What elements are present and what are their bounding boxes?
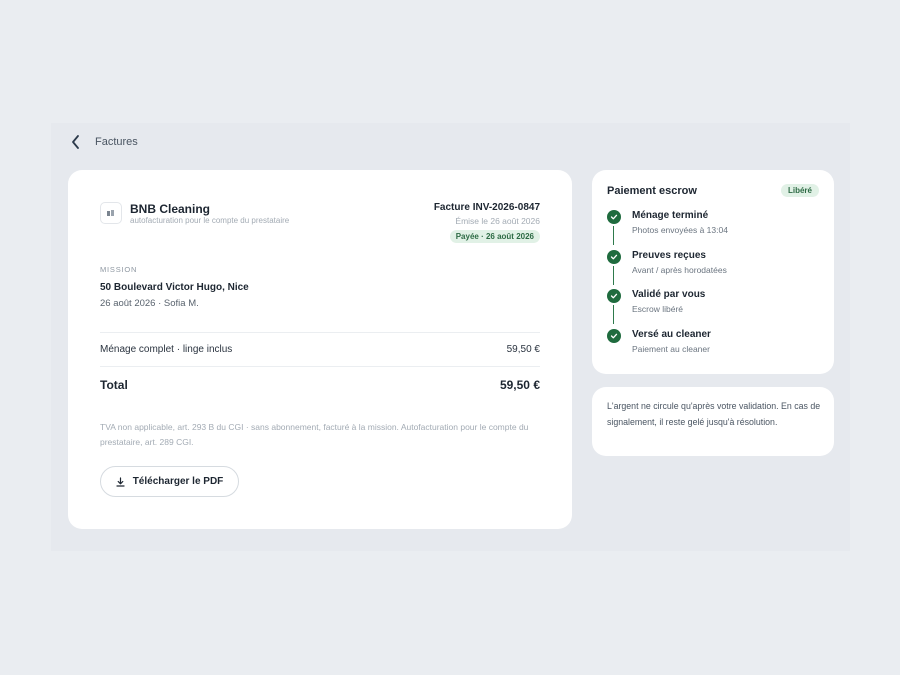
step-connector [613,226,614,245]
total-label: Total [100,378,128,392]
check-circle-icon [607,250,621,264]
total-amount: 59,50 € [499,378,540,392]
brand-name: BNB Cleaning [130,202,211,216]
info-note-text: L'argent ne circule qu'après votre valid… [607,401,821,427]
invoice-issued-date: Émise le 26 août 2026 [455,216,540,226]
download-icon [116,476,125,487]
breadcrumb[interactable]: Factures [95,136,138,148]
download-pdf-label: Télécharger le PDF [132,476,224,487]
status-badge: Payée · 26 août 2026 [449,230,540,243]
info-note-card: L'argent ne circule qu'après votre valid… [592,387,834,456]
step-subtitle: Paiement au cleaner [632,344,710,354]
step-subtitle: Avant / après horodatées [632,265,727,275]
line-item-amount: 59,50 € [506,344,540,355]
brand-subtitle: autofacturation pour le compte du presta… [130,216,290,225]
invoice-number: Facture INV-2026-0847 [433,202,540,213]
step-title: Preuves reçues [632,250,706,261]
step-title: Versé au cleaner [632,329,711,340]
escrow-step: Preuves reçues Avant / après horodatées [607,250,817,280]
chevron-left-icon [72,135,79,149]
line-item-label: Ménage complet · linge inclus [100,344,233,355]
building-icon [107,210,114,216]
escrow-step: Ménage terminé Photos envoyées à 13:04 [607,210,817,240]
step-connector [613,305,614,324]
back-button[interactable] [70,134,82,150]
mission-address: 50 Boulevard Victor Hugo, Nice [100,282,249,293]
legal-notice: TVA non applicable, art. 293 B du CGI · … [100,422,529,447]
invoice-card: BNB Cleaning autofacturation pour le com… [68,170,572,529]
step-connector [613,266,614,285]
escrow-card: Paiement escrow Libéré Ménage terminé Ph… [592,170,834,374]
download-pdf-button[interactable]: Télécharger le PDF [100,466,239,497]
check-circle-icon [607,289,621,303]
step-title: Validé par vous [632,289,706,300]
escrow-step: Versé au cleaner Paiement au cleaner [607,329,817,359]
step-subtitle: Photos envoyées à 13:04 [632,225,728,235]
divider [100,366,540,367]
brand-logo [100,202,122,224]
step-title: Ménage terminé [632,210,709,221]
step-subtitle: Escrow libéré [632,304,684,314]
divider [100,332,540,333]
escrow-title: Paiement escrow [607,185,697,197]
check-circle-icon [607,329,621,343]
escrow-step: Validé par vous Escrow libéré [607,289,817,319]
mission-date: 26 août 2026 · Sofia M. [100,298,199,309]
escrow-status-badge: Libéré [780,184,819,197]
mission-label: MISSION [100,265,138,274]
check-circle-icon [607,210,621,224]
